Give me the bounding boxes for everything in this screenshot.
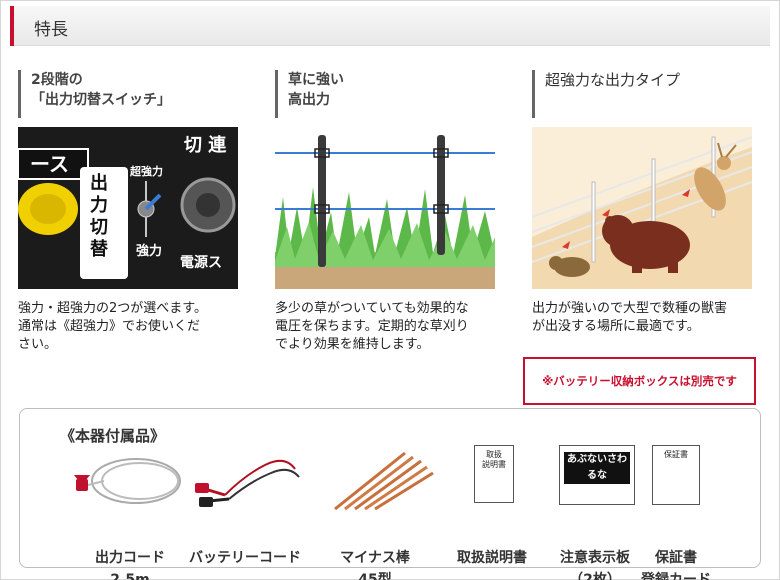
accessory-label: 保証書 登録カード (606, 547, 746, 580)
photo-switch-bottom: 強力 (136, 243, 162, 259)
feature-description: 多少の草がついていても効果的な 電圧を保ちます。定期的な草刈り でより効果を維持… (275, 300, 500, 354)
desc-line: 出力が強いので大型で数種の獣害 (532, 301, 728, 316)
feature-description: 出力が強いので大型で数種の獣害 が出没する場所に最適です。 (532, 300, 757, 336)
manual-sheet-text: 説明書 (482, 460, 506, 469)
warranty-sheet-text: 保証書 (664, 450, 688, 459)
manual-sheet-text: 取扱 (486, 450, 502, 459)
battery-box-note: ※バッテリー収納ボックスは別売です (523, 357, 756, 405)
desc-line: 強力・超強力の2つが選べます。 (18, 301, 207, 316)
photo-vertical-char: 力 (90, 195, 108, 216)
manual-icon: 取扱 説明書 (474, 445, 514, 503)
feature-heading-line: 「出力切替スイッチ」 (31, 92, 171, 108)
accessory-warranty: 保証書 保証書 登録カード (622, 445, 762, 580)
feature-heading-line: 高出力 (288, 92, 330, 108)
accessory-battery-cord: バッテリーコード (175, 445, 315, 569)
photo-vertical-char: 出 (90, 172, 108, 194)
accessory-label-line: 保証書 (655, 550, 697, 566)
desc-line: でより効果を維持します。 (275, 337, 430, 352)
photo-label-top: ース (30, 152, 69, 176)
feature-grass-resistance: 草に強い 高出力 多少の草がついていても効果的な 電圧を保ちます。定期的な草刈り… (275, 70, 500, 352)
photo-label-bottom: 電源ス (180, 254, 222, 271)
section-title: 特長 (34, 20, 68, 40)
accessories-panel: 《本器付属品》 出力コード 2.5m バッテリーコード マイナス棒 45型 取扱… (19, 408, 762, 580)
feature-description: 強力・超強力の2つが選べます。 通常は《超強力》でお使いくだ さい。 (18, 300, 243, 354)
fence-grass-illustration (275, 127, 495, 289)
switch-photo: ース 出 力 切 替 超強力 強力 切 連 電源ス (18, 127, 238, 289)
warranty-icon: 保証書 (652, 445, 700, 505)
animals-fence-illustration (532, 127, 752, 289)
header-accent-bar (10, 6, 14, 46)
feature-super-power: 超強力な出力タイプ 出力が強いので大型で数種の獣害 が出没する場所に最適です。 (532, 70, 757, 334)
photo-switch-top: 超強力 (129, 164, 163, 178)
feature-heading-line: 超強力な出力タイプ (545, 71, 681, 89)
photo-vertical-char: 替 (90, 238, 109, 260)
battery-cord-icon (195, 459, 300, 507)
warning-sign-text: あぶない (567, 454, 607, 465)
accessories-title: 《本器付属品》 (60, 427, 166, 445)
section-header: 特長 (10, 6, 770, 46)
accessory-label: バッテリーコード (175, 547, 315, 569)
desc-line: 電圧を保ちます。定期的な草刈り (275, 319, 469, 334)
feature-heading-line: 2段階の (31, 72, 83, 88)
desc-line: 通常は《超強力》でお使いくだ (18, 319, 201, 334)
accessory-label-line: 登録カード (641, 572, 711, 580)
desc-line: が出没する場所に最適です。 (532, 319, 700, 334)
feature-heading: 2段階の 「出力切替スイッチ」 (18, 70, 243, 118)
feature-output-switch: 2段階の 「出力切替スイッチ」 ース 出 力 切 替 超強力 強力 切 連 電源… (18, 70, 243, 352)
accessory-label-line: 2.5m (110, 572, 150, 580)
accessory-label-line: バッテリーコード (189, 550, 301, 566)
feature-heading: 草に強い 高出力 (275, 70, 500, 118)
photo-label-right: 切 連 (184, 134, 227, 156)
feature-heading-line: 草に強い (288, 72, 344, 88)
desc-line: さい。 (18, 337, 58, 352)
photo-vertical-char: 切 (90, 217, 108, 238)
feature-heading: 超強力な出力タイプ (532, 70, 757, 118)
accessory-label-line: 45型 (358, 572, 392, 580)
desc-line: 多少の草がついていても効果的な (275, 301, 469, 316)
